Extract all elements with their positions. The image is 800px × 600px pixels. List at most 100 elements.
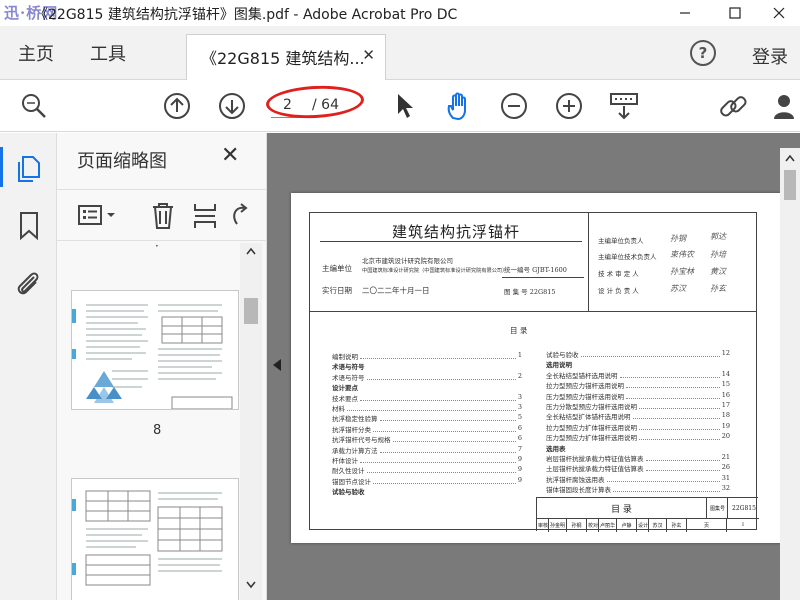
minimize-button[interactable] [662, 0, 708, 26]
toc-entry[interactable]: 岩层锚杆抗拔承载力特征值估算表 21 [546, 453, 730, 463]
toc-entry-page: 20 [721, 432, 730, 441]
title-block-cell: 页 [687, 519, 727, 532]
next-page-icon[interactable] [218, 92, 246, 120]
toc-entry-title: 选用表 [546, 444, 566, 453]
toc-entry[interactable]: 抗浮锚杆腐蚀选用表 31 [546, 474, 730, 484]
toc-entry-title: 全长粘结型锚杆选用说明 [546, 371, 618, 380]
toc-entry[interactable]: 试验与验收 12 [546, 349, 730, 359]
toc-entry[interactable]: 抗浮锚杆分类 6 [332, 424, 522, 434]
toc-entry-page: 14 [721, 369, 730, 378]
editor-org-1: 北京市建筑设计研究院有限公司 [362, 257, 453, 265]
close-tab-icon[interactable]: ✕ [362, 46, 375, 64]
toc-entry[interactable]: 拉力型预应力锚杆选用说明 15 [546, 380, 730, 390]
toc-entry[interactable]: 选用表 [546, 443, 730, 453]
toc-entry[interactable]: 术语与符号 2 [332, 372, 522, 382]
zoom-in-icon[interactable] [555, 92, 583, 120]
page-display-icon[interactable] [608, 92, 640, 122]
toc-entry[interactable]: 锚固节点设计 9 [332, 476, 522, 486]
toc-entry-title: 术语与符号 [332, 363, 365, 372]
title-block-row: 审核 孙金明 孙钢 校对 卢丽华 卢静 设计 苏汉 孙玄页 I [537, 519, 759, 532]
signature: 苏汉 [670, 284, 686, 293]
page-thumbnail-8[interactable] [71, 290, 239, 410]
toc-entry-page: 15 [721, 380, 730, 389]
search-icon[interactable] [20, 92, 48, 120]
toc-entry[interactable]: 杆体设计 9 [332, 455, 522, 465]
document-title: 建筑结构抗浮锚杆 [392, 223, 521, 241]
scroll-up-icon[interactable] [785, 154, 795, 162]
toc-entry[interactable]: 压力型预应力扩体锚杆选用说明 20 [546, 432, 730, 442]
previous-page-icon[interactable] [163, 92, 191, 120]
close-window-button[interactable] [756, 0, 800, 26]
toc-leader [379, 413, 516, 422]
toc-entry[interactable]: 拉力型预应力扩体锚杆选用说明 19 [546, 422, 730, 432]
rotate-icon[interactable] [229, 202, 253, 230]
thumbnail-scrollbar[interactable] [240, 243, 262, 600]
signature: 孙宝林 [670, 267, 694, 276]
toc-entry[interactable]: 抗浮锚杆代号与规格 6 [332, 434, 522, 444]
page-thumbnail-9[interactable] [71, 478, 239, 600]
toc-entry-title: 抗浮锚杆分类 [332, 425, 371, 434]
extract-pages-icon[interactable] [192, 202, 218, 230]
toc-leader [373, 476, 516, 484]
document-scrollbar[interactable] [780, 148, 800, 600]
help-icon[interactable]: ? [690, 40, 716, 66]
toc-entry[interactable]: 全长粘结型锚杆选用说明 14 [546, 370, 730, 380]
toc-entry-page: 2 [517, 371, 522, 380]
delete-icon[interactable] [150, 201, 176, 231]
toc-entry[interactable]: 编制说明 1 [332, 351, 522, 361]
toc-entry-title: 承载力计算方法 [332, 446, 378, 455]
toc-entry[interactable]: 压力型预应力锚杆选用说明 16 [546, 391, 730, 401]
thumbnail-page-number: 8 [153, 423, 162, 438]
toc-entry[interactable]: 锚体锚固段长度计算表 32 [546, 484, 730, 494]
select-cursor-icon[interactable] [394, 92, 416, 120]
toc-entry[interactable]: 选用说明 [546, 359, 730, 369]
toc-leader [360, 455, 516, 463]
toc-entry[interactable]: 耐久性设计 9 [332, 465, 522, 475]
toc-entry-title: 全长粘结型扩体锚杆选用说明 [546, 413, 631, 422]
thumbnail-options-icon[interactable] [77, 203, 121, 229]
toc-leader [645, 463, 720, 472]
tools-tab[interactable]: 工具 [90, 40, 126, 66]
toc-entry-page: 31 [721, 473, 730, 482]
login-button[interactable]: 登录 [752, 43, 788, 69]
toc-entry[interactable]: 土层锚杆抗拔承载力特征值估算表 26 [546, 463, 730, 473]
title-block: 目 录 图集号 22G815 审核 孙金明 孙钢 校对 卢丽华 卢静 设计 苏汉 孙玄页 I [536, 497, 759, 532]
toc-entry[interactable]: 术语与符号 [332, 361, 522, 371]
toc-entry-page: 5 [517, 413, 522, 422]
scroll-up-icon[interactable] [246, 247, 256, 255]
home-tab[interactable]: 主页 [18, 40, 54, 66]
toc-entry[interactable]: 承载力计算方法 7 [332, 445, 522, 455]
scrollbar-thumb[interactable] [784, 170, 796, 200]
toc-leader [639, 432, 720, 441]
toc-entry-title: 压力型预应力扩体锚杆选用说明 [546, 434, 637, 443]
toc-entry-title: 拉力型预应力扩体锚杆选用说明 [546, 423, 637, 432]
toc-leader [379, 445, 516, 453]
toc-entry[interactable]: 全长粘结型扩体锚杆选用说明 18 [546, 411, 730, 421]
scroll-down-icon[interactable] [246, 581, 256, 589]
document-viewer[interactable]: 建筑结构抗浮锚杆 主编单位 北京市建筑设计研究院有限公司 中国建筑标准设计研究院… [267, 133, 800, 600]
toc-entry[interactable]: 材料 3 [332, 403, 522, 413]
bookmark-icon[interactable] [18, 211, 40, 241]
close-panel-icon[interactable]: ✕ [221, 143, 239, 168]
toc-entry[interactable]: 设计要点 [332, 382, 522, 392]
hand-tool-icon[interactable] [444, 92, 474, 122]
active-indicator [0, 147, 3, 187]
pdf-page: 建筑结构抗浮锚杆 主编单位 北京市建筑设计研究院有限公司 中国建筑标准设计研究院… [291, 193, 784, 543]
document-tab[interactable]: 《22G815 建筑结构... ✕ [186, 34, 386, 80]
share-user-icon[interactable] [772, 92, 800, 122]
link-icon[interactable] [718, 92, 750, 122]
attachment-icon[interactable] [14, 269, 42, 299]
maximize-button[interactable] [712, 0, 758, 26]
toc-leader [613, 484, 720, 493]
scrollbar-thumb[interactable] [244, 298, 258, 324]
toc-entry[interactable]: 试验与验收 [332, 486, 522, 496]
toc-entry[interactable]: 抗浮稳定性验算 5 [332, 413, 522, 423]
toc-leader [632, 411, 720, 420]
toc-entry-page: 1 [517, 351, 522, 359]
signature: 黄汉 [710, 267, 726, 276]
toc-entry[interactable]: 技术要点 3 [332, 393, 522, 403]
page-thumbnails-icon[interactable] [16, 155, 42, 183]
zoom-out-icon[interactable] [500, 92, 528, 120]
collapse-panel-icon[interactable] [273, 359, 281, 371]
toc-entry[interactable]: 压力分散型预应力锚杆选用说明 17 [546, 401, 730, 411]
